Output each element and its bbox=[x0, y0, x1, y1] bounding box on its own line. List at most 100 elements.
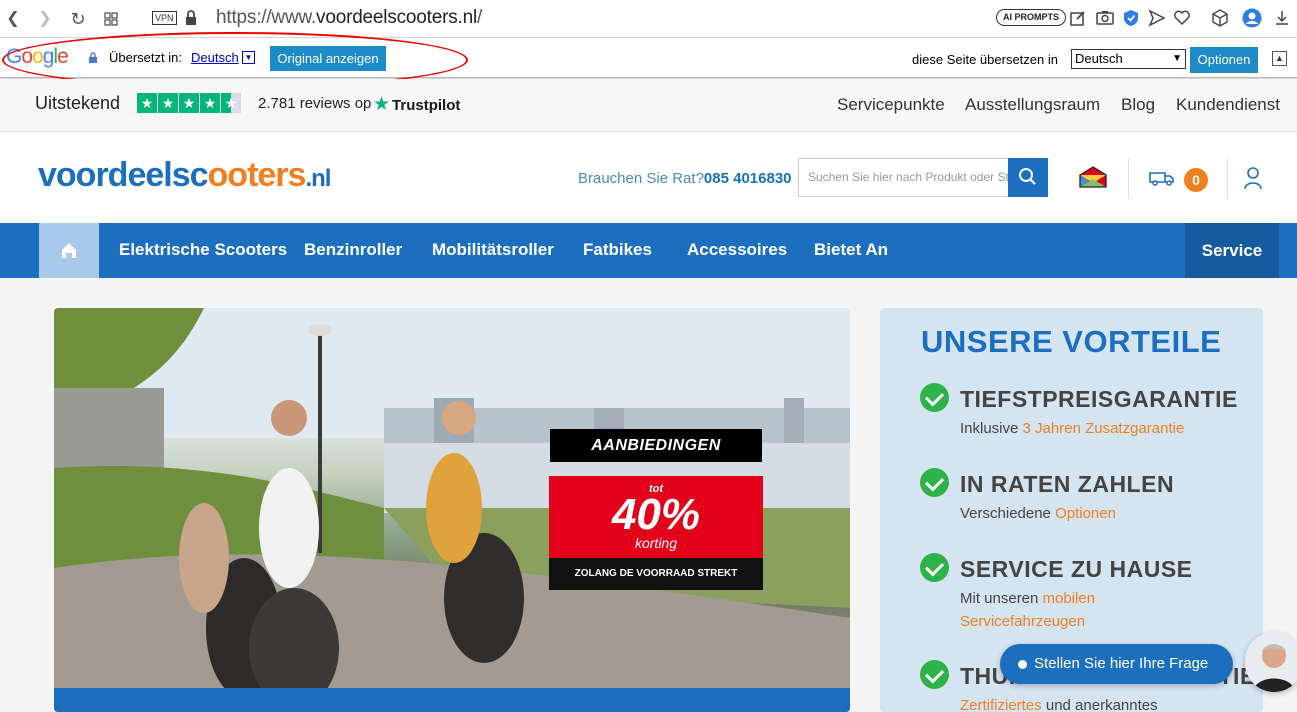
advantage-link[interactable]: 3 Jahren Zusatzgarantie bbox=[1023, 420, 1185, 437]
nav-benzinroller[interactable]: Benzinroller bbox=[304, 240, 402, 260]
trustpilot-name: Trustpilot bbox=[392, 97, 461, 114]
home-button[interactable] bbox=[39, 223, 99, 278]
deal-subtitle: ZOLANG DE VOORRAAD STREKT bbox=[549, 558, 763, 590]
discount-percent: 40% bbox=[611, 490, 701, 539]
topnav-servicepunkte[interactable]: Servicepunkte bbox=[837, 95, 945, 115]
advantage-text: Inklusive 3 Jahren Zusatzgarantie bbox=[960, 417, 1184, 440]
home-icon bbox=[62, 243, 76, 258]
hero-banner[interactable]: AANBIEDINGEN tot 40% korting ZOLANG DE V… bbox=[54, 308, 850, 712]
rating-word: Uitstekend bbox=[35, 93, 121, 113]
search-icon bbox=[1019, 168, 1036, 185]
google-logo-letter: G bbox=[6, 45, 22, 68]
box-icon[interactable] bbox=[1210, 8, 1230, 28]
translated-language-link[interactable]: Deutsch bbox=[191, 50, 239, 65]
delivery-van-icon[interactable] bbox=[1149, 170, 1175, 186]
nav-bietet-an[interactable]: Bietet An bbox=[814, 240, 888, 260]
agent-avatar bbox=[1253, 644, 1295, 692]
star-icon: ★ bbox=[179, 93, 199, 113]
translated-in-label: Übersetzt in: bbox=[109, 50, 182, 65]
deal-title: AANBIEDINGEN bbox=[550, 429, 762, 462]
advantage-link[interactable]: Zertifiziertes bbox=[960, 697, 1042, 712]
nav-mobilitaetsroller[interactable]: Mobilitätsroller bbox=[432, 240, 554, 260]
google-logo-letter: o bbox=[21, 45, 33, 68]
chat-agent-avatar[interactable] bbox=[1245, 632, 1297, 692]
hero-bottom-bar bbox=[54, 688, 850, 712]
address-bar[interactable]: https://www.voordeelscooters.nl/ bbox=[216, 7, 482, 29]
url-domain: voordeelscooters.nl bbox=[316, 7, 477, 28]
nav-service[interactable]: Service bbox=[1185, 223, 1279, 278]
download-icon[interactable] bbox=[1272, 8, 1292, 28]
trustpilot-star-icon: ★ bbox=[373, 94, 391, 115]
advantages-title: UNSERE VORTEILE bbox=[921, 324, 1222, 359]
google-logo-letter: g bbox=[42, 45, 55, 68]
trustpilot-logo[interactable]: ★ Trustpilot bbox=[373, 93, 460, 116]
star-icon: ★ bbox=[137, 93, 157, 113]
advantage-text: Mit unseren mobilen Servicefahrzeugen bbox=[960, 587, 1160, 633]
site-logo[interactable]: voordeelscooters.nl bbox=[38, 156, 331, 195]
tabs-grid-icon[interactable] bbox=[100, 8, 122, 30]
advantage-link[interactable]: Optionen bbox=[1055, 505, 1116, 522]
url-suffix: / bbox=[477, 7, 483, 28]
advantage-text-plain: Mit unseren bbox=[960, 590, 1043, 607]
ai-prompts-button[interactable]: AI PROMPTS bbox=[996, 9, 1067, 26]
language-select-value: Deutsch bbox=[1075, 51, 1123, 66]
edit-icon[interactable] bbox=[1068, 8, 1088, 28]
topnav-blog[interactable]: Blog bbox=[1121, 95, 1155, 115]
reload-icon[interactable]: ↻ bbox=[67, 8, 89, 30]
heart-icon[interactable] bbox=[1172, 8, 1192, 28]
google-logo-letter: e bbox=[57, 45, 69, 68]
help-text: Brauchen Sie Rat? bbox=[578, 170, 704, 187]
logo-text: voordeelsc bbox=[38, 156, 209, 194]
star-icon: ★ bbox=[200, 93, 220, 113]
show-original-button[interactable]: Original anzeigen bbox=[270, 46, 386, 71]
header-divider bbox=[1227, 158, 1228, 198]
collapse-icon[interactable]: ▲ bbox=[1272, 51, 1287, 66]
nav-elektrische-scooters[interactable]: Elektrische Scooters bbox=[119, 240, 287, 260]
options-button[interactable]: Optionen bbox=[1190, 47, 1258, 73]
chevron-down-icon: ▼ bbox=[1172, 53, 1182, 64]
advantage-text: Zertifiziertes und anerkanntes bbox=[960, 694, 1158, 712]
chat-button[interactable]: Stellen Sie hier Ihre Frage bbox=[1000, 644, 1233, 684]
nav-fatbikes[interactable]: Fatbikes bbox=[583, 240, 652, 260]
discount-label: korting bbox=[634, 535, 678, 551]
online-dot-icon bbox=[1018, 660, 1027, 669]
vpn-badge[interactable]: VPN bbox=[152, 11, 177, 25]
nav-accessoires[interactable]: Accessoires bbox=[687, 240, 787, 260]
advantage-heading: TIEFSTPREISGARANTIE bbox=[960, 386, 1238, 412]
back-icon[interactable]: ❮ bbox=[2, 8, 24, 30]
check-icon bbox=[920, 468, 949, 497]
forward-icon[interactable]: ❯ bbox=[34, 8, 56, 30]
chat-label: Stellen Sie hier Ihre Frage bbox=[1034, 655, 1209, 672]
translate-page-label: diese Seite übersetzen in bbox=[912, 52, 1058, 67]
topnav-ausstellungsraum[interactable]: Ausstellungsraum bbox=[965, 95, 1100, 115]
topnav-kundendienst[interactable]: Kundendienst bbox=[1176, 95, 1280, 115]
advantage-text-plain: Inklusive bbox=[960, 420, 1023, 437]
url-prefix: https://www. bbox=[216, 7, 317, 28]
send-icon[interactable] bbox=[1147, 8, 1167, 28]
discount-badge: tot 40% korting bbox=[549, 476, 763, 560]
phone-number[interactable]: 085 4016830 bbox=[704, 170, 792, 187]
site-header: voordeelscooters.nl Brauchen Sie Rat?085… bbox=[0, 132, 1297, 223]
search-button[interactable] bbox=[1008, 158, 1048, 197]
advantage-text: Verschiedene Optionen bbox=[960, 502, 1116, 525]
check-icon bbox=[920, 553, 949, 582]
search-input[interactable]: Suchen Sie hier nach Produkt oder St bbox=[798, 158, 1010, 197]
lock-icon[interactable] bbox=[184, 9, 198, 27]
google-translate-bar: Google Übersetzt in: Deutsch ▼ Original … bbox=[0, 38, 1297, 78]
google-logo-letter: o bbox=[32, 45, 44, 68]
advantage-heading: IN RATEN ZAHLEN bbox=[960, 471, 1175, 497]
profile-icon[interactable] bbox=[1242, 8, 1262, 28]
cart-count-badge[interactable]: 0 bbox=[1184, 168, 1208, 192]
newsletter-mail-icon[interactable] bbox=[1079, 166, 1107, 188]
camera-icon[interactable] bbox=[1095, 8, 1115, 28]
logo-text-orange: ooters bbox=[207, 156, 307, 194]
header-divider bbox=[1128, 158, 1129, 198]
reviews-count[interactable]: 2.781 reviews op bbox=[258, 95, 371, 112]
advantage-text-plain: und anerkanntes bbox=[1041, 697, 1158, 712]
check-icon bbox=[920, 383, 949, 412]
language-select[interactable]: Deutsch ▼ bbox=[1071, 49, 1186, 69]
shield-icon[interactable] bbox=[1121, 8, 1141, 28]
help-line: Brauchen Sie Rat?085 4016830 bbox=[578, 170, 792, 187]
user-account-icon[interactable] bbox=[1243, 166, 1263, 190]
language-dropdown-icon[interactable]: ▼ bbox=[242, 51, 255, 64]
